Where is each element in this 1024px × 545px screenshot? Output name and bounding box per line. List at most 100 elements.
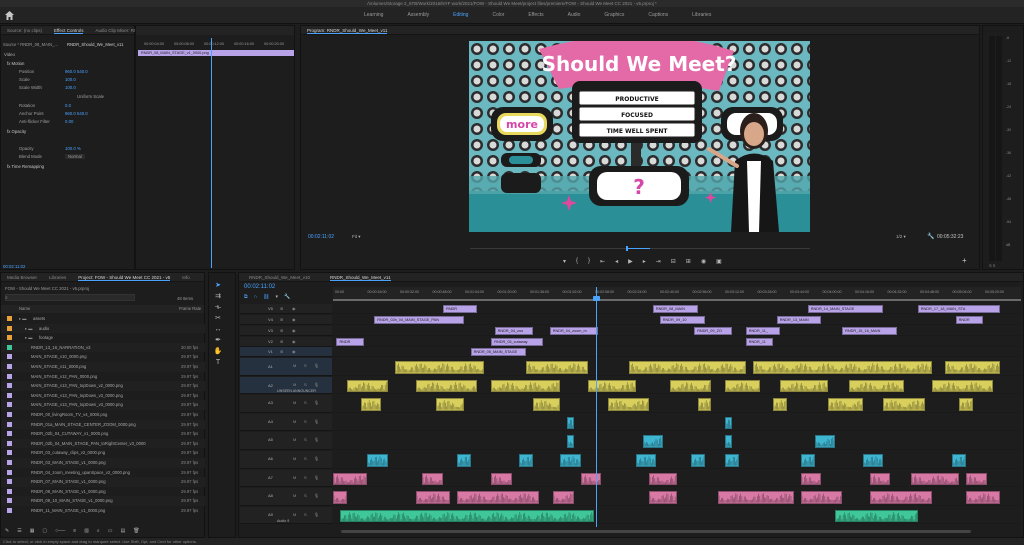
- add-marker-icon[interactable]: ▾: [276, 294, 279, 300]
- microphone-icon[interactable]: 🎙: [314, 400, 319, 405]
- tab-program[interactable]: Program: RNDR_Should_We_Meet_v11: [301, 26, 393, 34]
- project-list-item[interactable]: RNDR_13_16_NARRATION_v3 30.00 fps: [1, 342, 205, 353]
- in-point-icon[interactable]: {: [576, 258, 578, 265]
- project-list-item[interactable]: RNDR_01a_MAIN_STAGE_CENTER_ZOOM_0000.png…: [1, 419, 205, 430]
- project-list-item[interactable]: RNDR_03_cutaway_clips_v2_0000.png 29.97 f…: [1, 448, 205, 458]
- workspace-tab-assembly[interactable]: Assembly: [395, 7, 441, 24]
- audio-clip[interactable]: [635, 454, 657, 467]
- audio-clip[interactable]: [800, 491, 843, 504]
- toggle-sync-lock-icon[interactable]: ⊞: [280, 339, 283, 344]
- project-list-item[interactable]: RNDR_02b_04_CUTAWAY_v1_0000.png 29.97 fps: [1, 429, 205, 439]
- audio-clip[interactable]: [965, 491, 1001, 504]
- home-icon[interactable]: [4, 10, 15, 21]
- workspace-tab-captions[interactable]: Captions: [636, 7, 680, 24]
- project-list-item[interactable]: ▸ ▬ footage: [1, 333, 205, 343]
- audio-track-header[interactable]: A1 M S 🎙: [240, 358, 332, 376]
- step-forward-icon[interactable]: ▸: [643, 258, 646, 265]
- workspace-tab-learning[interactable]: Learning: [352, 7, 395, 24]
- audio-clip[interactable]: [491, 472, 512, 486]
- audio-clip[interactable]: [642, 435, 664, 448]
- toggle-sync-lock-icon[interactable]: ⊞: [280, 328, 283, 333]
- video-track-header[interactable]: V2 ⊞ ◉: [240, 337, 332, 347]
- solo-button[interactable]: S: [304, 419, 307, 424]
- audio-clip[interactable]: [800, 472, 822, 486]
- audio-clip[interactable]: [339, 509, 595, 523]
- mute-button[interactable]: M: [293, 382, 296, 387]
- tab-project-panel-1[interactable]: Libraries: [43, 273, 72, 281]
- hand-tool-icon[interactable]: ✋: [213, 347, 223, 357]
- project-list-item[interactable]: RNDR_00_livingRoom_TV_v4_0000.png 29.97 f…: [1, 410, 205, 420]
- audio-clip[interactable]: [862, 454, 884, 467]
- project-search-input[interactable]: [5, 294, 135, 301]
- video-clip[interactable]: RNDR: [336, 338, 364, 346]
- tab-project-panel-2[interactable]: Project: FOW - Should We Meet CC 2021 - …: [72, 273, 176, 281]
- microphone-icon[interactable]: 🎙: [314, 363, 319, 368]
- mute-button[interactable]: M: [293, 475, 296, 480]
- zoom-slider[interactable]: ○──: [55, 528, 65, 534]
- audio-clip[interactable]: [800, 454, 815, 467]
- audio-clip[interactable]: [959, 398, 973, 411]
- effect-controls-playhead[interactable]: [211, 38, 212, 268]
- workspace-tab-color[interactable]: Color: [480, 7, 516, 24]
- project-list-item[interactable]: ▸ ▬ audio: [1, 323, 205, 334]
- audio-clip[interactable]: [965, 472, 987, 486]
- video-clip[interactable]: RNDR_09_10: [659, 316, 705, 324]
- audio-clip[interactable]: [553, 491, 574, 504]
- timeline-ruler[interactable]: 00:00 00:00:16:00 00:00:32:00 00:00:48:00 00…: [333, 287, 1021, 299]
- microphone-icon[interactable]: 🎙: [314, 456, 319, 461]
- source-clip-select[interactable]: Source * RNDR_08_MAIN_...: [3, 42, 58, 47]
- selection-tool-icon[interactable]: ➤: [213, 281, 223, 291]
- icon-view-icon[interactable]: ▦: [30, 528, 35, 534]
- audio-clip[interactable]: [628, 361, 746, 374]
- sequence-select[interactable]: RNDR_Should_We_Meet_v11: [67, 42, 123, 47]
- snap-icon[interactable]: ∩: [254, 294, 258, 300]
- audio-clip[interactable]: [566, 416, 574, 430]
- comparison-view-icon[interactable]: ▣: [716, 258, 722, 265]
- timeline-playhead[interactable]: [596, 287, 597, 527]
- audio-clip[interactable]: [670, 379, 712, 393]
- audio-track-lane[interactable]: [333, 414, 1021, 432]
- tab-sequence-1[interactable]: RNDR_Should_We_Meet_v11: [320, 273, 401, 281]
- timeline-scrollbar[interactable]: [333, 529, 1021, 534]
- program-quality-select[interactable]: 1/2 ▾: [896, 234, 906, 240]
- toggle-output-icon[interactable]: ◉: [292, 317, 296, 322]
- microphone-icon[interactable]: 🎙: [314, 512, 319, 517]
- toggle-sync-lock-icon[interactable]: ⊞: [280, 349, 283, 354]
- video-clip[interactable]: RNDR_17_18_MAIN_STA: [917, 305, 1001, 313]
- go-to-out-icon[interactable]: ⇥: [656, 258, 661, 265]
- audio-clip[interactable]: [869, 491, 932, 504]
- effect-controls-ruler[interactable]: 00:00:04:00 00:00:08:00 00:00:12:00 00:00:1…: [136, 42, 294, 48]
- pencil-icon[interactable]: ✎: [5, 528, 9, 534]
- audio-clip[interactable]: [333, 472, 368, 486]
- video-clip[interactable]: RNDR_11: [745, 338, 774, 346]
- project-list-item[interactable]: RNDR_11_MAIN_STAGE_v1_0000.png 29.97 fps: [1, 506, 205, 516]
- project-list-item[interactable]: RNDR_08_MAIN_STAGE_v1_0000.png 29.97 fps: [1, 487, 205, 497]
- insert-sequence-icon[interactable]: ⧉: [244, 294, 248, 300]
- project-list-item[interactable]: RNDR_07_MAIN_STAGE_v1_0000.png 29.97 fps: [1, 477, 205, 487]
- toggle-sync-lock-icon[interactable]: ⊞: [280, 306, 283, 311]
- effect-row-value[interactable]: 100.0: [65, 85, 76, 90]
- effect-row-value[interactable]: 0.00: [65, 119, 73, 124]
- video-track-lane[interactable]: [333, 347, 1021, 357]
- toggle-sync-lock-icon[interactable]: ⊞: [280, 317, 283, 322]
- audio-track-header[interactable]: A4 M S 🎙: [240, 413, 332, 432]
- audio-clip[interactable]: [773, 398, 788, 411]
- audio-clip[interactable]: [725, 416, 733, 430]
- tab-project-panel-3[interactable]: Info: [176, 273, 196, 281]
- project-list-item[interactable]: MAIN_STAGE_v11_0000.png 29.97 fps: [1, 362, 205, 372]
- toggle-output-icon[interactable]: ◉: [292, 349, 296, 354]
- sort-icon[interactable]: ≡: [73, 528, 76, 534]
- mute-button[interactable]: M: [293, 363, 296, 368]
- video-clip[interactable]: RNDR_13_MAIN: [776, 316, 822, 324]
- mute-button[interactable]: M: [293, 512, 296, 517]
- effect-row-value[interactable]: 960.0 540.0: [65, 69, 88, 74]
- solo-button[interactable]: S: [304, 400, 307, 405]
- new-bin-icon[interactable]: ▭: [108, 528, 113, 534]
- audio-clip[interactable]: [690, 454, 705, 467]
- project-list-item[interactable]: RNDR_09_10_MAIN_STAGE_v1_0000.png 29.97 f…: [1, 496, 205, 506]
- audio-clip[interactable]: [608, 398, 650, 411]
- audio-clip[interactable]: [649, 472, 677, 486]
- add-button-icon[interactable]: +: [962, 256, 967, 265]
- video-clip[interactable]: RNDR_11_: [745, 327, 781, 335]
- step-back-icon[interactable]: ◂: [615, 258, 618, 265]
